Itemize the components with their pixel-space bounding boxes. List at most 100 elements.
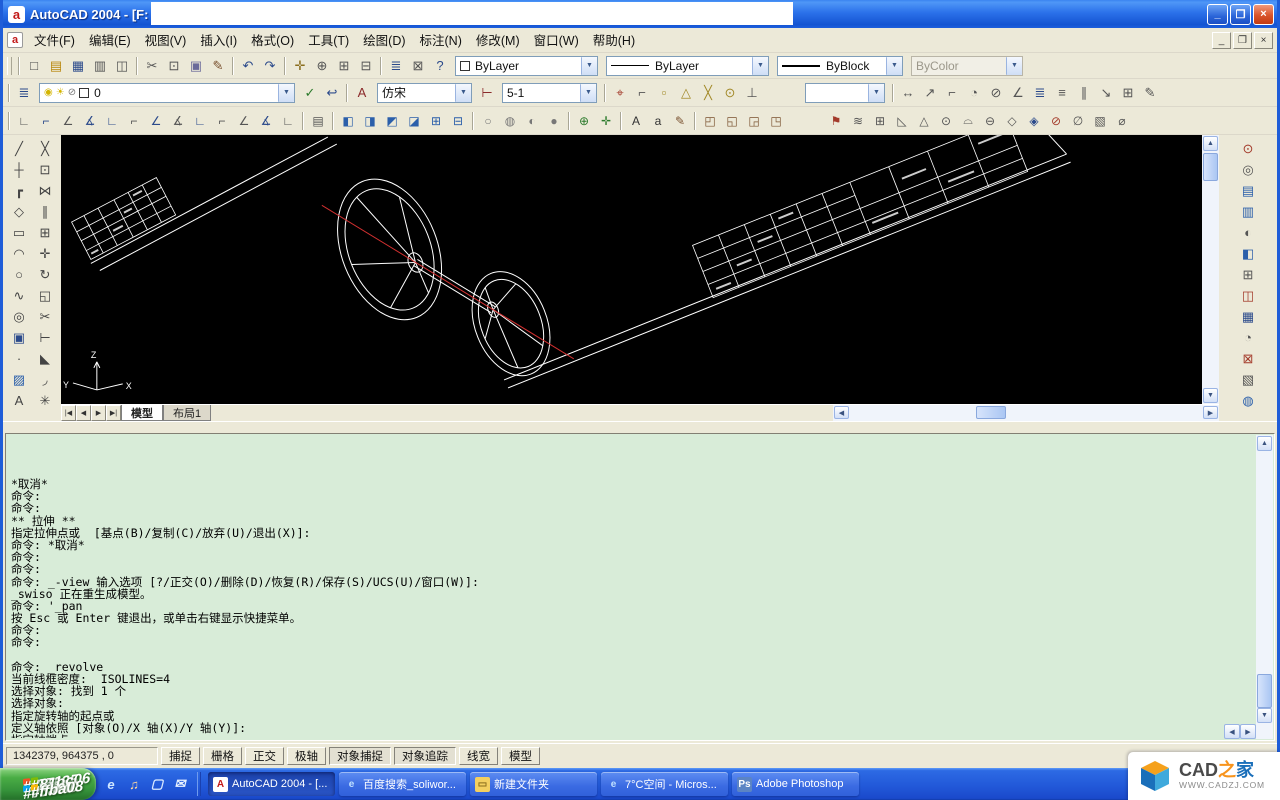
cut-icon[interactable]: ✂: [141, 56, 163, 76]
taskbar-task[interactable]: A AutoCAD 2004 - [...: [208, 772, 335, 796]
undo-icon[interactable]: ↶: [237, 56, 259, 76]
dim-baseline-icon[interactable]: ≡: [1051, 83, 1073, 103]
scroll-right-icon[interactable]: ▶: [1203, 406, 1218, 419]
taskbar-task[interactable]: e 百度搜索_soliwor...: [339, 772, 466, 796]
make-layer-current-icon[interactable]: ✓: [299, 83, 321, 103]
ucs-world-icon[interactable]: ⌐: [35, 111, 57, 131]
ellipse-icon[interactable]: ◎: [8, 306, 30, 327]
gouraud-shade-icon[interactable]: ●: [543, 111, 565, 131]
linetype-control-dropdown[interactable]: ByLayer ▼: [606, 56, 769, 76]
solid-box-icon[interactable]: ◰: [699, 111, 721, 131]
polyline-icon[interactable]: ┏: [8, 180, 30, 201]
menu-item[interactable]: 工具(T): [301, 32, 356, 50]
lineweight-control-dropdown[interactable]: ByBlock ▼: [777, 56, 903, 76]
explode-icon[interactable]: ✳: [34, 390, 56, 411]
chamfer-icon[interactable]: ◣: [34, 348, 56, 369]
quick-leader-icon[interactable]: ↘: [1095, 83, 1117, 103]
dim-angular-icon[interactable]: ∠: [1007, 83, 1029, 103]
scroll-down-icon[interactable]: ▼: [1257, 708, 1272, 723]
polar-toggle[interactable]: 极轴: [287, 747, 326, 765]
circle-dot-icon[interactable]: ⊙: [1237, 138, 1259, 159]
zoom-previous-icon[interactable]: ⊟: [355, 56, 377, 76]
mdi-window-button[interactable]: ×: [1254, 32, 1273, 49]
shaded-circle-icon[interactable]: ◍: [1237, 390, 1259, 411]
grid-icon[interactable]: ⊞: [869, 111, 891, 131]
dim-tolerance-icon[interactable]: ⊞: [1117, 83, 1139, 103]
media-player-icon[interactable]: ♫: [124, 774, 144, 794]
erase-icon[interactable]: ╳: [34, 138, 56, 159]
boxed-x-icon[interactable]: ⊠: [1237, 348, 1259, 369]
show-desktop-icon[interactable]: ▢: [147, 774, 167, 794]
dim-style-dropdown[interactable]: 5-1 ▼: [502, 83, 597, 103]
layer-properties-icon[interactable]: ≣: [13, 83, 35, 103]
ucs-view-icon[interactable]: ⌐: [123, 111, 145, 131]
chevron-down-icon[interactable]: ▼: [455, 84, 471, 102]
scroll-up-icon[interactable]: ▲: [1257, 436, 1272, 451]
save-icon[interactable]: ▦: [67, 56, 89, 76]
chevron-down-icon[interactable]: ▼: [581, 57, 597, 75]
insert-block-icon[interactable]: ▣: [8, 327, 30, 348]
snap-from-icon[interactable]: ⌐: [631, 83, 653, 103]
dim-radius-icon[interactable]: ◔: [963, 83, 985, 103]
restore-button[interactable]: ❐: [1230, 4, 1251, 25]
copy-object-icon[interactable]: ⊡: [34, 159, 56, 180]
diamond-icon[interactable]: ◇: [1001, 111, 1023, 131]
viewport-object-icon[interactable]: ◪: [403, 111, 425, 131]
paste-icon[interactable]: ▣: [185, 56, 207, 76]
wave-icon[interactable]: ≋: [847, 111, 869, 131]
ucs-face-icon[interactable]: ∟: [101, 111, 123, 131]
ucs-z-icon[interactable]: ∡: [255, 111, 277, 131]
solid-cone-icon[interactable]: ◳: [765, 111, 787, 131]
wireframe-2d-icon[interactable]: ○: [477, 111, 499, 131]
pan-icon[interactable]: ✛: [289, 56, 311, 76]
ucs-object-icon[interactable]: ∡: [79, 111, 101, 131]
spline-icon[interactable]: ∿: [8, 285, 30, 306]
scale-icon[interactable]: ◱: [34, 285, 56, 306]
circle-slash-icon[interactable]: ⊘: [1045, 111, 1067, 131]
close-button[interactable]: ×: [1253, 4, 1274, 25]
diamond-dot-icon[interactable]: ◈: [1023, 111, 1045, 131]
ucs-y-icon[interactable]: ∠: [233, 111, 255, 131]
snap-center-icon[interactable]: ⊙: [719, 83, 741, 103]
mdi-document-icon[interactable]: a: [7, 32, 23, 48]
viewport-4-icon[interactable]: ⊟: [447, 111, 469, 131]
toolbar-grip[interactable]: [7, 57, 12, 75]
help-icon[interactable]: ?: [429, 56, 451, 76]
menu-item[interactable]: 插入(I): [193, 32, 244, 50]
snap-perpendicular-icon[interactable]: ⊥: [741, 83, 763, 103]
menu-item[interactable]: 标注(N): [413, 32, 469, 50]
snap-toggle[interactable]: 捕捉: [161, 747, 200, 765]
menu-item[interactable]: 窗口(W): [527, 32, 586, 50]
tab-layout1[interactable]: 布局1: [163, 405, 211, 421]
grid-plus-icon[interactable]: ⊞: [1237, 264, 1259, 285]
model-toggle[interactable]: 模型: [501, 747, 540, 765]
columns-icon[interactable]: ▥: [1237, 201, 1259, 222]
chevron-down-icon[interactable]: ▼: [752, 57, 768, 75]
minimize-button[interactable]: _: [1207, 4, 1228, 25]
dim-ordinate-icon[interactable]: ⌐: [941, 83, 963, 103]
tab-nav-button[interactable]: ▶: [91, 405, 106, 421]
viewport-polygonal-icon[interactable]: ◨: [359, 111, 381, 131]
viewport-join-icon[interactable]: ◩: [381, 111, 403, 131]
scroll-up-icon[interactable]: ▲: [1203, 136, 1218, 151]
canvas-vertical-scrollbar[interactable]: ▲ ▼: [1202, 135, 1219, 404]
ucs-x-icon[interactable]: ⌐: [211, 111, 233, 131]
layer-lock-icon[interactable]: ⊘: [68, 87, 76, 98]
layer-previous-icon[interactable]: ↩: [321, 83, 343, 103]
ucs-zaxis-icon[interactable]: ∡: [167, 111, 189, 131]
menu-item[interactable]: 文件(F): [27, 32, 82, 50]
zoom-window-icon[interactable]: ⊞: [333, 56, 355, 76]
ucs-icon[interactable]: ∟: [13, 111, 35, 131]
arc-icon[interactable]: ◠: [8, 243, 30, 264]
menu-item[interactable]: 绘图(D): [356, 32, 412, 50]
point-icon[interactable]: ·: [8, 348, 30, 369]
scroll-right-icon[interactable]: ▶: [1240, 724, 1256, 739]
lineweight-toggle[interactable]: 线宽: [459, 747, 498, 765]
dim-edit-icon[interactable]: ✎: [1139, 83, 1161, 103]
tab-nav-button[interactable]: ▶|: [106, 405, 121, 421]
open-file-icon[interactable]: ▤: [45, 56, 67, 76]
solid-cylinder-icon[interactable]: ◲: [743, 111, 765, 131]
polygon-icon[interactable]: ◇: [8, 201, 30, 222]
hatch-icon[interactable]: ▨: [8, 369, 30, 390]
table-icon[interactable]: ▦: [1237, 306, 1259, 327]
